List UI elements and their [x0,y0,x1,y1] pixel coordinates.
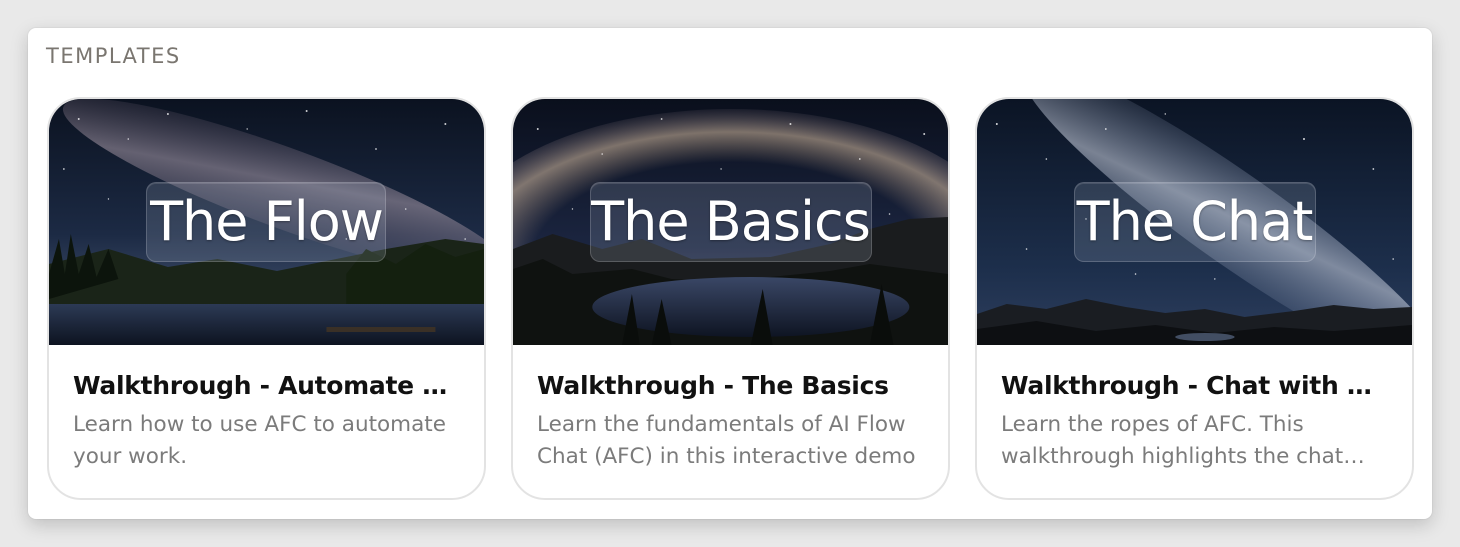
image-label: The Flow [150,190,384,253]
template-card-chat[interactable]: The Chat Walkthrough - Chat with any AI … [975,97,1414,500]
image-label: The Chat [1076,190,1314,253]
templates-panel: TEMPLATES The Flow Walkthrough - Automat… [28,28,1432,519]
template-card-flow[interactable]: The Flow Walkthrough - Automate with AFC… [47,97,486,500]
card-description: Learn how to use AFC to automate your wo… [73,412,446,469]
card-thumbnail: The Chat [977,99,1412,345]
card-description: Learn the fundamentals of AI Flow Chat (… [537,412,916,469]
section-title: TEMPLATES [46,44,181,68]
card-thumbnail: The Flow [49,99,484,345]
card-description: Learn the ropes of AFC. This walkthrough… [1001,412,1344,469]
template-cards: The Flow Walkthrough - Automate with AFC… [47,97,1414,500]
template-card-basics[interactable]: The Basics Walkthrough - The Basics Lear… [511,97,950,500]
card-title: Walkthrough - Chat with any AI model [1001,371,1388,400]
card-thumbnail: The Basics [513,99,948,345]
card-title: Walkthrough - The Basics [537,371,889,400]
image-label: The Basics [591,190,871,253]
card-title: Walkthrough - Automate with AFC [73,371,460,400]
